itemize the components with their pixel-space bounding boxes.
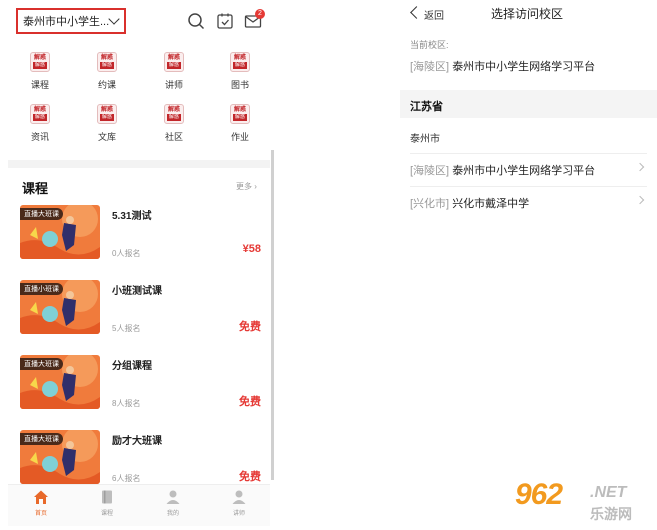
enroll-count: 0人报名 (112, 249, 141, 258)
grid-item-community[interactable]: 解惑 解惑 社区 (150, 104, 198, 148)
school-name: 泰州市中小学生网络学习平台 (452, 61, 596, 73)
course-thumbnail: 直播大班课 (20, 355, 100, 409)
course-tag: 直播小班课 (20, 283, 63, 295)
book-icon (102, 490, 112, 504)
course-price: 免费 (239, 321, 261, 333)
district-label: [海陵区] (410, 61, 450, 73)
grid-item-label: 社区 (164, 132, 183, 142)
grid-item-label: 文库 (97, 132, 116, 142)
course-title: 5.31测试 (112, 211, 152, 222)
bottom-tab-bar: 首页 课程 我的 讲师 (8, 484, 270, 526)
campus-select-label: 泰州市中小学生... (23, 16, 110, 28)
jiehuo-icon: 解惑 解惑 (230, 104, 250, 124)
list-item[interactable]: 直播小班课 小班测试课 5人报名 免费 (20, 280, 265, 342)
course-title: 励才大班课 (112, 436, 162, 447)
course-thumbnail: 直播小班课 (20, 280, 100, 334)
jiehuo-icon: 解惑 解惑 (97, 52, 117, 72)
province-header: 江苏省 (400, 90, 657, 118)
jiehuo-icon: 解惑 解惑 (230, 52, 250, 72)
grid-item-news[interactable]: 解惑 解惑 资讯 (16, 104, 64, 148)
course-title: 小班测试课 (112, 286, 162, 297)
grid-item-booking[interactable]: 解惑 解惑 约课 (83, 52, 131, 96)
tab-home[interactable]: 首页 (16, 489, 66, 517)
course-tag: 直播大班课 (20, 433, 63, 445)
grid-item-label: 图书 (230, 80, 249, 90)
feature-grid: 解惑 解惑 课程 解惑 解惑 约课 解惑 解惑 讲师 解惑 解惑 图书 解惑 解惑 资讯 … (14, 52, 264, 152)
jiehuo-icon: 解惑 解惑 (30, 104, 50, 124)
grid-item-label: 讲师 (164, 80, 183, 90)
chevron-left-icon (410, 6, 423, 19)
enroll-count: 8人报名 (112, 399, 141, 408)
tab-teacher[interactable]: 讲师 (214, 489, 264, 517)
calendar-check-icon[interactable] (216, 12, 234, 30)
course-title: 分组课程 (112, 361, 152, 372)
user-icon (166, 490, 180, 504)
jiehuo-icon: 解惑 解惑 (164, 52, 184, 72)
grid-item-label: 资讯 (30, 132, 49, 142)
grid-item-label: 约课 (97, 80, 116, 90)
list-item[interactable]: [海陵区] 泰州市中小学生网络学习平台 (410, 153, 647, 183)
tab-label: 我的 (166, 511, 179, 517)
jiehuo-icon: 解惑 解惑 (30, 52, 50, 72)
search-icon[interactable] (187, 12, 205, 30)
grid-item-library[interactable]: 解惑 解惑 文库 (83, 104, 131, 148)
list-item[interactable]: 直播大班课 分组课程 8人报名 免费 (20, 355, 265, 417)
select-campus-screen: 返回 选择访问校区 当前校区: [海陵区] 泰州市中小学生网络学习平台 江苏省 … (400, 0, 657, 530)
more-link[interactable]: 更多 › (236, 181, 257, 192)
list-item[interactable]: 直播大班课 励才大班课 6人报名 免费 (20, 430, 265, 492)
course-price: 免费 (239, 471, 261, 483)
course-thumbnail: 直播大班课 (20, 205, 100, 259)
jiehuo-icon: 解惑 解惑 (164, 104, 184, 124)
page-title: 选择访问校区 (491, 7, 564, 21)
chevron-right-icon (635, 162, 645, 172)
course-tag: 直播大班课 (20, 358, 63, 370)
top-bar: 泰州市中小学生... 2 (0, 0, 275, 44)
course-thumbnail: 直播大班课 (20, 430, 100, 484)
chevron-right-icon (635, 195, 645, 205)
site-watermark-logo: 962 .NET 乐游网 (515, 478, 632, 522)
city-label: 泰州市 (410, 134, 440, 145)
grid-item-label: 课程 (30, 80, 49, 90)
current-campus[interactable]: [海陵区] 泰州市中小学生网络学习平台 (410, 58, 595, 74)
tab-label: 首页 (34, 511, 47, 517)
grid-item-course[interactable]: 解惑 解惑 课程 (16, 52, 64, 96)
course-tag: 直播大班课 (20, 208, 63, 220)
district-label: [海陵区] (410, 165, 450, 177)
tab-mine[interactable]: 我的 (148, 489, 198, 517)
grid-item-label: 作业 (230, 132, 249, 142)
district-label: [兴化市] (410, 198, 450, 210)
enroll-count: 5人报名 (112, 324, 141, 333)
course-price: ¥58 (242, 243, 261, 255)
province-label: 江苏省 (410, 101, 443, 113)
tab-label: 课程 (100, 511, 113, 517)
grid-item-homework[interactable]: 解惑 解惑 作业 (216, 104, 264, 148)
tab-label: 讲师 (232, 511, 245, 517)
teacher-icon (232, 490, 246, 504)
school-name: 兴化市戴泽中学 (452, 198, 530, 210)
campus-select-dropdown[interactable]: 泰州市中小学生... (16, 8, 126, 34)
grid-item-books[interactable]: 解惑 解惑 图书 (216, 52, 264, 96)
home-icon (34, 490, 48, 504)
section-title: 课程 (22, 181, 49, 196)
grid-item-teacher[interactable]: 解惑 解惑 讲师 (150, 52, 198, 96)
tab-courses[interactable]: 课程 (82, 489, 132, 517)
current-campus-label: 当前校区: (410, 40, 449, 50)
section-divider (8, 160, 270, 168)
list-item[interactable]: 直播大班课 5.31测试 0人报名 ¥58 (20, 205, 265, 267)
list-item[interactable]: [兴化市] 兴化市戴泽中学 (410, 186, 647, 216)
scrollbar[interactable] (271, 150, 274, 480)
jiehuo-icon: 解惑 解惑 (97, 104, 117, 124)
school-name: 泰州市中小学生网络学习平台 (452, 165, 596, 177)
back-label: 返回 (424, 11, 444, 22)
home-screen: 泰州市中小学生... 2 解惑 解惑 课程 解惑 解惑 约课 解惑 解惑 讲师 … (0, 0, 275, 530)
course-price: 免费 (239, 396, 261, 408)
nav-header: 返回 选择访问校区 (400, 0, 657, 28)
chevron-down-icon (108, 13, 120, 25)
enroll-count: 6人报名 (112, 474, 141, 483)
notification-badge: 2 (255, 9, 265, 19)
